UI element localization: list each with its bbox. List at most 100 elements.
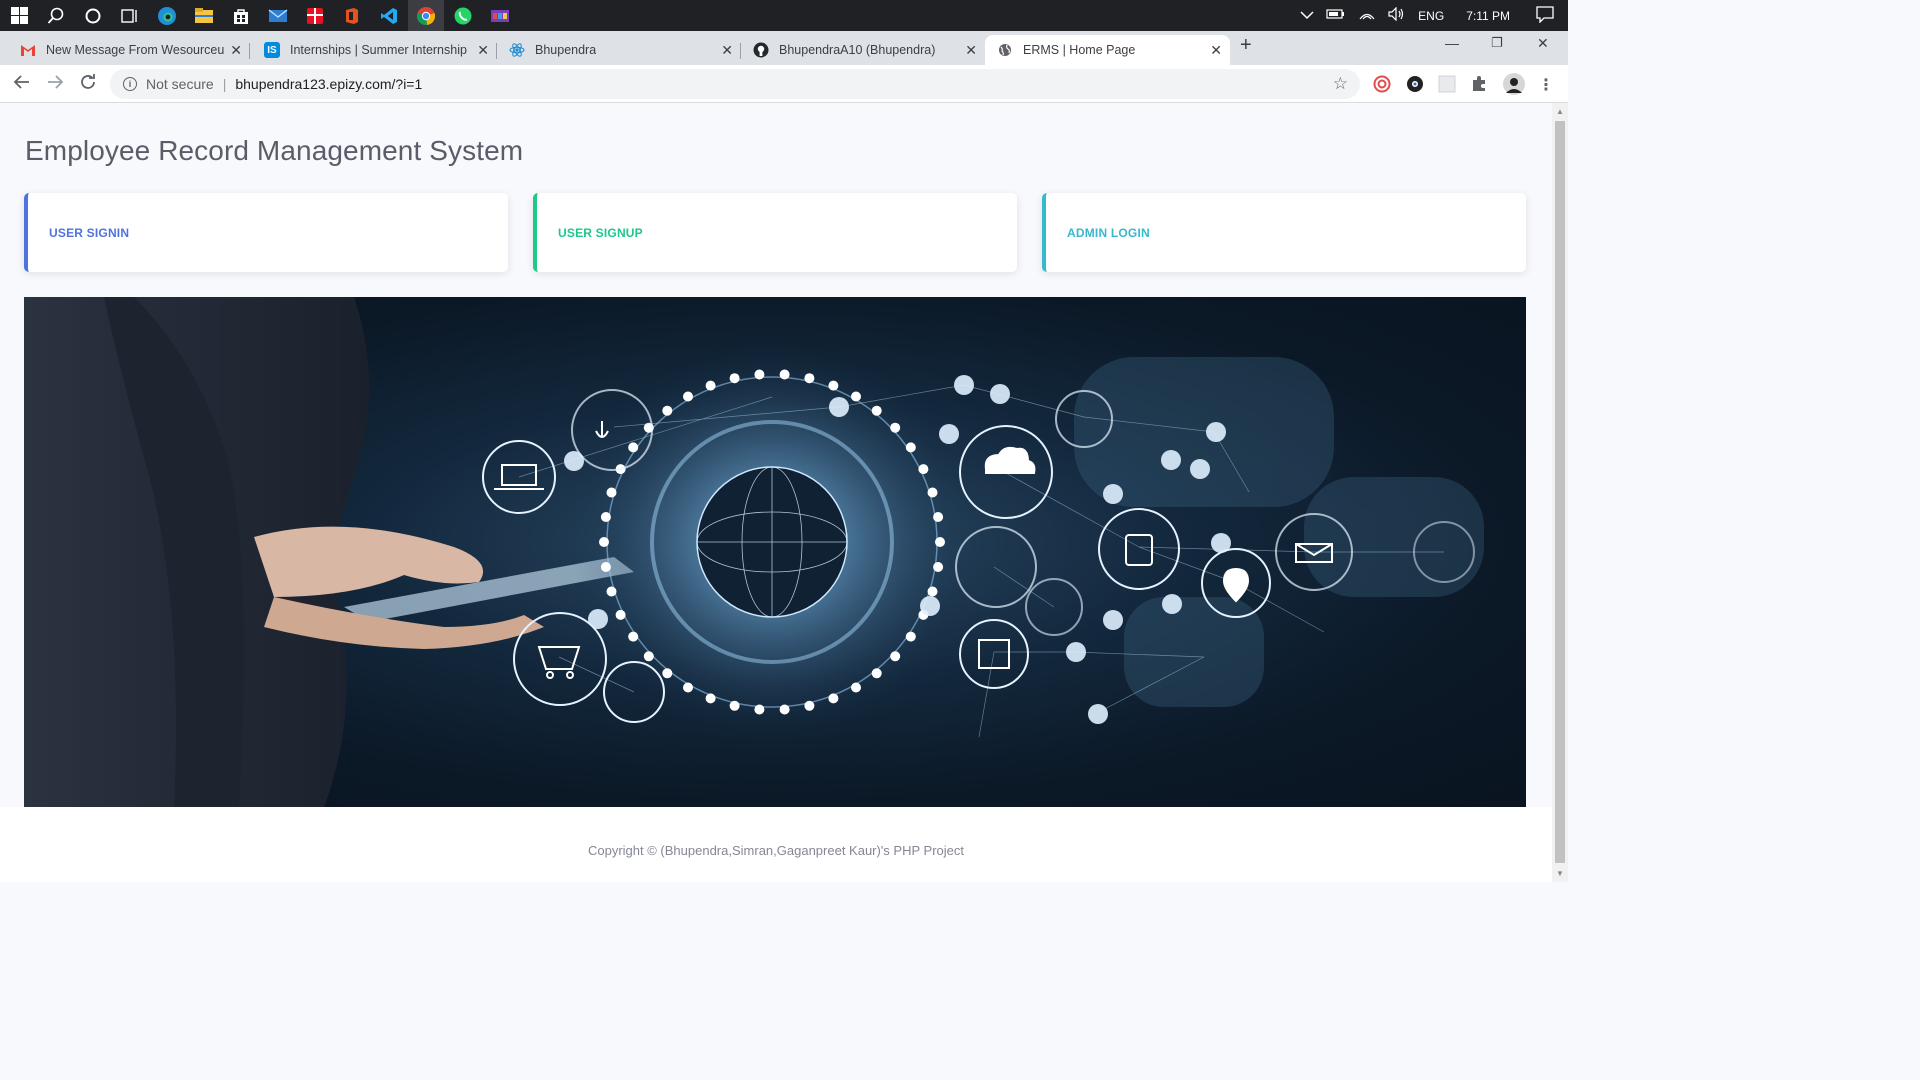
- battery-icon[interactable]: [1326, 8, 1346, 23]
- user-signup-card[interactable]: USER SIGNUP: [533, 193, 1017, 272]
- globe-ring-dot: [600, 512, 611, 522]
- whatsapp-icon[interactable]: [449, 4, 477, 28]
- cortana-icon[interactable]: [79, 4, 107, 28]
- globe-ring-dot: [754, 704, 765, 715]
- tab-title: New Message From Wesourceu F: [46, 43, 226, 57]
- minimize-button[interactable]: —: [1445, 35, 1459, 51]
- windows-taskbar: ENG 7:11 PM: [0, 0, 1568, 31]
- extensions-puzzle-icon[interactable]: [1471, 75, 1489, 93]
- tab-erms[interactable]: ERMS | Home Page ✕: [985, 35, 1230, 65]
- extension-blank-icon[interactable]: [1438, 75, 1456, 93]
- mail-icon[interactable]: [264, 4, 292, 28]
- tab-internshala[interactable]: IS Internships | Summer Internship : ✕: [250, 35, 497, 65]
- tab-github[interactable]: BhupendraA10 (Bhupendra) ✕: [741, 35, 985, 65]
- clock[interactable]: 7:11 PM: [1466, 9, 1510, 23]
- bookmark-star-icon[interactable]: ☆: [1333, 74, 1348, 94]
- close-window-button[interactable]: ✕: [1537, 35, 1549, 52]
- globe-ring-dot: [599, 537, 609, 547]
- globe-ring-dot: [804, 700, 815, 711]
- globe-ring-dot: [643, 651, 654, 662]
- copyright-text: Copyright © (Bhupendra,Simran,Gaganpreet…: [587, 843, 964, 858]
- notifications-icon[interactable]: [1536, 5, 1554, 26]
- chevron-up-icon[interactable]: [1300, 9, 1314, 23]
- task-view-icon[interactable]: [116, 4, 144, 28]
- globe-ring-dot: [606, 586, 617, 597]
- globe-ring-dot: [615, 609, 626, 620]
- browser-toolbar: i Not secure | bhupendra123.epizy.com/?i…: [0, 65, 1568, 103]
- globe-ring-dot: [754, 369, 765, 380]
- globe-ring-dot: [628, 442, 639, 453]
- edge-icon[interactable]: [153, 4, 181, 28]
- globe-ring-dot: [628, 631, 639, 642]
- language-indicator[interactable]: ENG: [1418, 9, 1444, 23]
- address-bar[interactable]: i Not secure | bhupendra123.epizy.com/?i…: [110, 69, 1360, 99]
- url-text[interactable]: bhupendra123.epizy.com/?i=1: [235, 76, 422, 92]
- globe-ring-dot: [905, 442, 916, 453]
- tab-title: Bhupendra: [535, 43, 597, 57]
- close-tab-icon[interactable]: ✕: [230, 42, 242, 59]
- page-body: Employee Record Management System USER S…: [0, 103, 1552, 882]
- volume-icon[interactable]: [1388, 6, 1406, 24]
- restore-button[interactable]: ❐: [1491, 35, 1503, 51]
- user-signup-link[interactable]: USER SIGNUP: [558, 226, 643, 240]
- page-scrollbar[interactable]: ▲ ▼: [1552, 103, 1568, 882]
- gift-icon[interactable]: [301, 4, 329, 28]
- admin-login-link[interactable]: ADMIN LOGIN: [1067, 226, 1150, 240]
- user-signin-card[interactable]: USER SIGNIN: [24, 193, 508, 272]
- wifi-icon[interactable]: [1358, 7, 1376, 24]
- close-tab-icon[interactable]: ✕: [965, 42, 977, 59]
- globe-ring-dot: [662, 405, 673, 416]
- hero-image: [24, 297, 1526, 807]
- extension-dark-icon[interactable]: [1406, 75, 1424, 93]
- globe-ring-dot: [935, 537, 945, 547]
- scroll-down-arrow-icon[interactable]: ▼: [1556, 869, 1564, 878]
- windows-start-icon[interactable]: [5, 4, 33, 28]
- globe-ring-dot: [729, 373, 740, 384]
- close-tab-icon[interactable]: ✕: [477, 42, 489, 59]
- globe-ring-dot: [851, 391, 861, 402]
- tab-title: Internships | Summer Internship :: [290, 43, 468, 57]
- close-tab-icon[interactable]: ✕: [1210, 42, 1222, 59]
- globe-ring-dot: [683, 682, 693, 693]
- globe-ring-dot: [804, 373, 815, 384]
- office-icon[interactable]: [338, 4, 366, 28]
- globe-ring-dot: [871, 405, 882, 416]
- globe-ring-dot: [662, 668, 673, 679]
- chrome-icon[interactable]: [408, 0, 444, 31]
- media-icon[interactable]: [486, 4, 514, 28]
- react-icon: [509, 42, 525, 58]
- internshala-icon: IS: [264, 42, 280, 58]
- profile-avatar[interactable]: [1503, 73, 1525, 95]
- scrollbar-thumb[interactable]: [1555, 121, 1565, 863]
- back-button[interactable]: [13, 73, 31, 96]
- globe-ring-dot: [871, 668, 882, 679]
- reload-button[interactable]: [79, 73, 97, 96]
- tab-bhupendra[interactable]: Bhupendra ✕: [497, 35, 741, 65]
- divider: |: [222, 76, 227, 92]
- tab-title: BhupendraA10 (Bhupendra): [779, 43, 936, 57]
- globe-ring-dot: [779, 369, 790, 380]
- globe-ring-dot: [705, 380, 716, 391]
- search-icon[interactable]: [42, 4, 70, 28]
- chrome-menu-icon[interactable]: ⋮: [1538, 75, 1556, 94]
- store-icon[interactable]: [227, 4, 255, 28]
- scroll-up-arrow-icon[interactable]: ▲: [1556, 107, 1564, 116]
- tab-gmail[interactable]: New Message From Wesourceu F ✕: [0, 35, 250, 65]
- user-signin-link[interactable]: USER SIGNIN: [49, 226, 129, 240]
- globe-ring-dot: [600, 562, 611, 572]
- globe-ring-dot: [705, 693, 716, 704]
- forward-button[interactable]: [46, 73, 64, 96]
- vscode-icon[interactable]: [375, 4, 403, 28]
- globe-ring-dot: [606, 487, 617, 498]
- admin-login-card[interactable]: ADMIN LOGIN: [1042, 193, 1526, 272]
- info-icon[interactable]: i: [123, 77, 137, 91]
- file-explorer-icon[interactable]: [190, 4, 218, 28]
- globe-ring-dot: [779, 704, 790, 715]
- new-tab-button[interactable]: +: [1240, 34, 1252, 57]
- globe-ring-dot: [890, 422, 901, 433]
- close-tab-icon[interactable]: ✕: [721, 42, 733, 59]
- page-footer: Copyright © (Bhupendra,Simran,Gaganpreet…: [0, 807, 1552, 882]
- extension-red-icon[interactable]: [1373, 75, 1391, 93]
- security-label[interactable]: Not secure: [146, 76, 214, 92]
- globe-ring-dot: [927, 586, 938, 597]
